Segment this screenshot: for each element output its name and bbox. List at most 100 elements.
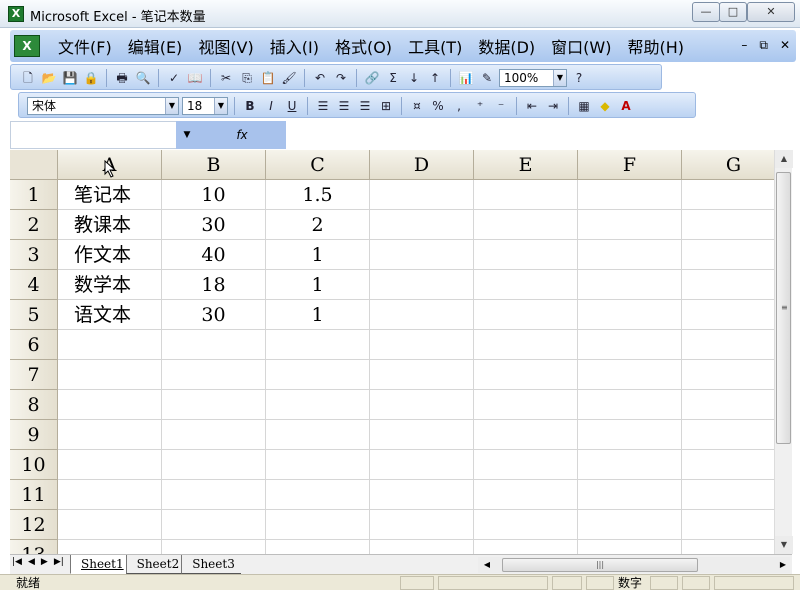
- cell-d2[interactable]: [370, 210, 474, 240]
- cell-c2[interactable]: 2: [266, 210, 370, 240]
- cell-g7[interactable]: [682, 360, 774, 390]
- borders-icon[interactable]: ▦: [575, 97, 593, 115]
- cell-g2[interactable]: [682, 210, 774, 240]
- doc-close-button[interactable]: ✕: [780, 38, 790, 53]
- cell-a6[interactable]: [58, 330, 162, 360]
- cell-a12[interactable]: [58, 510, 162, 540]
- cell-a5[interactable]: 语文本: [58, 300, 162, 330]
- tab-sheet2[interactable]: Sheet2: [125, 555, 186, 574]
- format-painter-icon[interactable]: 🖌: [280, 69, 298, 87]
- cell-f8[interactable]: [578, 390, 682, 420]
- cell-f9[interactable]: [578, 420, 682, 450]
- fill-color-icon[interactable]: ◆: [596, 97, 614, 115]
- cell-e12[interactable]: [474, 510, 578, 540]
- undo-icon[interactable]: ↶: [311, 69, 329, 87]
- cell-g1[interactable]: [682, 180, 774, 210]
- new-icon[interactable]: 🗋: [19, 69, 37, 87]
- cut-icon[interactable]: ✂: [217, 69, 235, 87]
- save-icon[interactable]: 💾: [61, 69, 79, 87]
- cell-g5[interactable]: [682, 300, 774, 330]
- cell-g8[interactable]: [682, 390, 774, 420]
- column-header-g[interactable]: G: [682, 150, 774, 180]
- cell-e9[interactable]: [474, 420, 578, 450]
- doc-restore-button[interactable]: ⧉: [759, 38, 768, 53]
- first-sheet-icon[interactable]: |◀: [12, 557, 22, 567]
- increase-decimal-icon[interactable]: ⁺: [471, 97, 489, 115]
- select-all-corner[interactable]: [10, 150, 58, 180]
- row-header-13[interactable]: 13: [10, 540, 58, 554]
- cell-b3[interactable]: 40: [162, 240, 266, 270]
- cell-a9[interactable]: [58, 420, 162, 450]
- row-header-11[interactable]: 11: [10, 480, 58, 510]
- percent-button[interactable]: %: [429, 97, 447, 115]
- cell-a1[interactable]: 笔记本: [58, 180, 162, 210]
- cell-b6[interactable]: [162, 330, 266, 360]
- cell-c12[interactable]: [266, 510, 370, 540]
- cell-g4[interactable]: [682, 270, 774, 300]
- cell-a8[interactable]: [58, 390, 162, 420]
- cell-e5[interactable]: [474, 300, 578, 330]
- cell-b8[interactable]: [162, 390, 266, 420]
- row-header-1[interactable]: 1: [10, 180, 58, 210]
- print-icon[interactable]: 🖶: [113, 69, 131, 87]
- cell-g10[interactable]: [682, 450, 774, 480]
- sort-descending-icon[interactable]: ↑: [426, 69, 444, 87]
- column-header-c[interactable]: C: [266, 150, 370, 180]
- cell-g3[interactable]: [682, 240, 774, 270]
- cell-d7[interactable]: [370, 360, 474, 390]
- open-icon[interactable]: 📂: [40, 69, 58, 87]
- cell-f7[interactable]: [578, 360, 682, 390]
- horizontal-scroll-thumb[interactable]: |||: [502, 558, 698, 572]
- row-header-3[interactable]: 3: [10, 240, 58, 270]
- cell-d3[interactable]: [370, 240, 474, 270]
- cell-f1[interactable]: [578, 180, 682, 210]
- permission-icon[interactable]: 🔒: [82, 69, 100, 87]
- decrease-indent-icon[interactable]: ⇤: [523, 97, 541, 115]
- vertical-scrollbar[interactable]: ▲ ≡ ▼: [774, 150, 793, 554]
- cell-f10[interactable]: [578, 450, 682, 480]
- bold-button[interactable]: B: [241, 97, 259, 115]
- align-right-icon[interactable]: ☰: [356, 97, 374, 115]
- cell-d10[interactable]: [370, 450, 474, 480]
- cell-f11[interactable]: [578, 480, 682, 510]
- align-center-icon[interactable]: ☰: [335, 97, 353, 115]
- cell-e4[interactable]: [474, 270, 578, 300]
- cell-f2[interactable]: [578, 210, 682, 240]
- formula-input[interactable]: [286, 121, 798, 149]
- scroll-right-icon[interactable]: ▶: [776, 557, 790, 573]
- redo-icon[interactable]: ↷: [332, 69, 350, 87]
- cell-b13[interactable]: [162, 540, 266, 554]
- merge-center-icon[interactable]: ⊞: [377, 97, 395, 115]
- cell-d12[interactable]: [370, 510, 474, 540]
- menu-data[interactable]: 数据(D): [470, 34, 543, 58]
- cell-c10[interactable]: [266, 450, 370, 480]
- minimize-button[interactable]: —: [692, 2, 720, 22]
- chevron-down-icon[interactable]: ▼: [165, 98, 178, 114]
- cell-b2[interactable]: 30: [162, 210, 266, 240]
- cell-c5[interactable]: 1: [266, 300, 370, 330]
- align-left-icon[interactable]: ☰: [314, 97, 332, 115]
- row-header-2[interactable]: 2: [10, 210, 58, 240]
- cell-c13[interactable]: [266, 540, 370, 554]
- cell-b12[interactable]: [162, 510, 266, 540]
- cell-a11[interactable]: [58, 480, 162, 510]
- chart-wizard-icon[interactable]: 📊: [457, 69, 475, 87]
- cell-a4[interactable]: 数学本: [58, 270, 162, 300]
- cell-e2[interactable]: [474, 210, 578, 240]
- maximize-button[interactable]: □: [719, 2, 747, 22]
- excel-app-icon[interactable]: X: [8, 6, 24, 22]
- last-sheet-icon[interactable]: ▶|: [54, 557, 64, 567]
- prev-sheet-icon[interactable]: ◀: [28, 557, 35, 567]
- copy-icon[interactable]: ⎘: [238, 69, 256, 87]
- cell-b9[interactable]: [162, 420, 266, 450]
- row-header-4[interactable]: 4: [10, 270, 58, 300]
- menu-view[interactable]: 视图(V): [190, 34, 261, 58]
- row-header-5[interactable]: 5: [10, 300, 58, 330]
- cell-d1[interactable]: [370, 180, 474, 210]
- italic-button[interactable]: I: [262, 97, 280, 115]
- cell-f4[interactable]: [578, 270, 682, 300]
- paste-icon[interactable]: 📋: [259, 69, 277, 87]
- cell-c7[interactable]: [266, 360, 370, 390]
- row-header-6[interactable]: 6: [10, 330, 58, 360]
- decrease-decimal-icon[interactable]: ⁻: [492, 97, 510, 115]
